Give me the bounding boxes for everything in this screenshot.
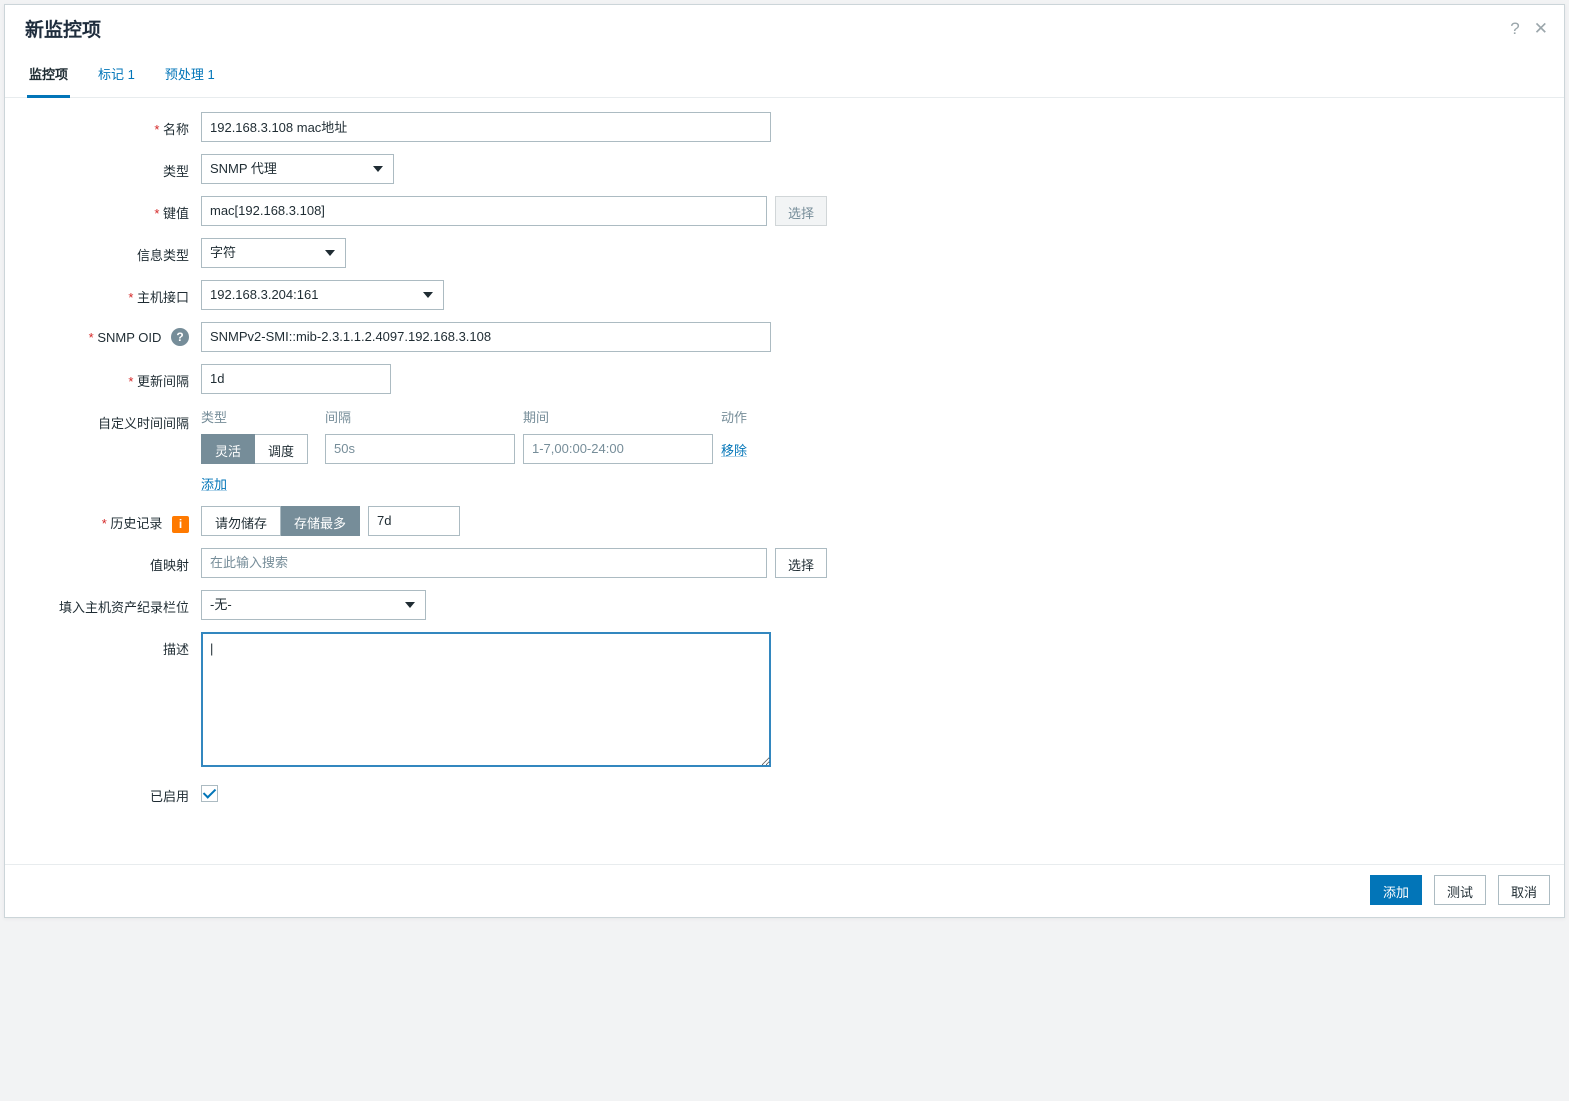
valuemap-select-button[interactable]: 选择 [775,548,827,578]
interval-type-toggle[interactable]: 灵活 调度 [201,434,308,464]
submit-button[interactable]: 添加 [1370,875,1422,905]
interval-type-scheduling[interactable]: 调度 [255,434,308,464]
update-interval-input[interactable] [201,364,391,394]
test-button[interactable]: 测试 [1434,875,1486,905]
type-select[interactable]: SNMP 代理 [201,154,394,184]
help-icon-snmp-oid[interactable]: ? [171,328,189,346]
history-store-more[interactable]: 存储最多 [281,506,360,536]
label-enabled: 已启用 [25,779,201,805]
label-host-interface: 主机接口 [25,280,201,306]
valuemap-input[interactable] [201,548,767,578]
interval-delay-input[interactable] [325,434,515,464]
label-snmp-oid: SNMP OID ? [25,322,201,347]
info-icon-history[interactable]: i [172,516,189,533]
label-info-type: 信息类型 [25,238,201,264]
label-type: 类型 [25,154,201,180]
label-key: 键值 [25,196,201,222]
tabs: 监控项 标记 1 预处理 1 [5,54,1564,98]
inventory-select[interactable]: -无- [201,590,426,620]
help-icon[interactable]: ? [1510,20,1519,37]
modal-new-item: 新监控项 ? ✕ 监控项 标记 1 预处理 1 名称 [4,4,1565,918]
modal-header: 新监控项 ? ✕ [5,5,1564,54]
item-form: 名称 类型 SNMP 代理 键值 选择 [5,98,1564,864]
label-name: 名称 [25,112,201,138]
label-custom-intervals: 自定义时间间隔 [25,406,201,432]
label-history: 历史记录 i [25,506,201,533]
custom-intervals-table: 类型 间隔 期间 动作 灵活 调度 [201,406,761,494]
tab-tags[interactable]: 标记 1 [96,54,137,97]
modal-footer: 添加 测试 取消 [5,864,1564,917]
tab-item[interactable]: 监控项 [27,54,70,98]
cancel-button[interactable]: 取消 [1498,875,1550,905]
history-no-store[interactable]: 请勿储存 [201,506,281,536]
label-valuemap: 值映射 [25,548,201,574]
tab-preprocessing[interactable]: 预处理 1 [163,54,217,97]
interval-remove-link[interactable]: 移除 [721,443,747,458]
close-icon[interactable]: ✕ [1534,20,1548,37]
interval-add-link[interactable]: 添加 [201,474,227,493]
label-description: 描述 [25,632,201,658]
info-type-select[interactable]: 字符 [201,238,346,268]
host-interface-select[interactable]: 192.168.3.204:161 [201,280,444,310]
description-textarea[interactable]: | [201,632,771,767]
key-select-button: 选择 [775,196,827,226]
key-input[interactable] [201,196,767,226]
label-inventory: 填入主机资产纪录栏位 [25,590,201,616]
label-update-interval: 更新间隔 [25,364,201,390]
snmp-oid-input[interactable] [201,322,771,352]
custom-interval-row: 灵活 调度 移除 [201,434,761,464]
custom-intervals-header: 类型 间隔 期间 动作 [201,407,761,426]
modal-title: 新监控项 [25,15,101,42]
history-period-input[interactable] [368,506,460,536]
interval-period-input[interactable] [523,434,713,464]
interval-type-flexible[interactable]: 灵活 [201,434,255,464]
enabled-checkbox[interactable] [201,785,218,802]
name-input[interactable] [201,112,771,142]
history-mode-toggle[interactable]: 请勿储存 存储最多 [201,506,360,536]
